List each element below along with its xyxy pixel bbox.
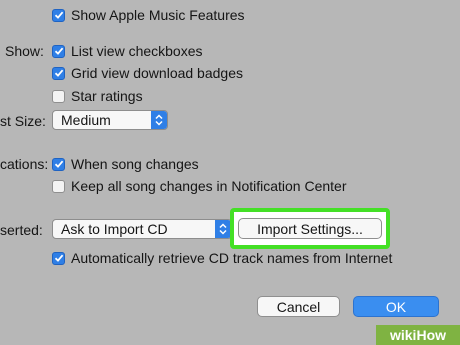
show-option-star-ratings[interactable]: Star ratings [52, 88, 143, 104]
notifications-label: cations: [0, 156, 49, 172]
notification-option-keep-all[interactable]: Keep all song changes in Notification Ce… [52, 178, 347, 194]
updown-arrows-icon [151, 111, 167, 129]
checkmark-icon [54, 254, 63, 262]
notification-option-song-changes[interactable]: When song changes [52, 156, 199, 172]
import-settings-button[interactable]: Import Settings... [238, 218, 382, 239]
checkmark-icon [54, 69, 63, 77]
keep-all-label: Keep all song changes in Notification Ce… [71, 178, 347, 194]
cancel-label: Cancel [276, 298, 321, 315]
apple-music-row[interactable]: Show Apple Music Features [52, 7, 245, 23]
import-settings-label: Import Settings... [257, 220, 363, 237]
watermark-suffix: How [416, 327, 447, 343]
checkbox-keep-all[interactable] [52, 179, 65, 193]
apple-music-label: Show Apple Music Features [71, 7, 245, 23]
show-label: Show: [5, 43, 44, 59]
ok-button[interactable]: OK [353, 296, 439, 317]
cancel-button[interactable]: Cancel [257, 296, 340, 317]
song-changes-label: When song changes [71, 156, 199, 172]
checkmark-icon [54, 160, 63, 168]
auto-retrieve-label: Automatically retrieve CD track names fr… [71, 250, 393, 266]
show-option-grid-badges[interactable]: Grid view download badges [52, 65, 243, 81]
list-size-value: Medium [61, 112, 111, 128]
cd-inserted-label: serted: [0, 222, 43, 238]
watermark-prefix: wiki [389, 327, 417, 343]
wikihow-watermark: wiki How [376, 325, 460, 345]
checkbox-grid-badges[interactable] [52, 66, 65, 80]
ok-label: OK [385, 298, 407, 315]
star-ratings-label: Star ratings [71, 88, 143, 104]
list-view-label: List view checkboxes [71, 43, 203, 59]
show-option-list-view[interactable]: List view checkboxes [52, 43, 203, 59]
checkbox-song-changes[interactable] [52, 157, 65, 171]
updown-arrows-icon [215, 220, 231, 238]
list-size-select[interactable]: Medium [52, 110, 168, 130]
checkbox-auto-retrieve[interactable] [52, 251, 65, 265]
auto-retrieve-row[interactable]: Automatically retrieve CD track names fr… [52, 250, 392, 266]
checkbox-star-ratings[interactable] [52, 89, 65, 103]
cd-action-value: Ask to Import CD [61, 221, 168, 237]
grid-badges-label: Grid view download badges [71, 65, 243, 81]
checkbox-apple-music[interactable] [52, 8, 65, 22]
checkmark-icon [54, 11, 63, 19]
cd-action-select[interactable]: Ask to Import CD [52, 219, 232, 239]
checkbox-list-view[interactable] [52, 44, 65, 58]
list-size-label: st Size: [0, 113, 46, 129]
checkmark-icon [54, 47, 63, 55]
